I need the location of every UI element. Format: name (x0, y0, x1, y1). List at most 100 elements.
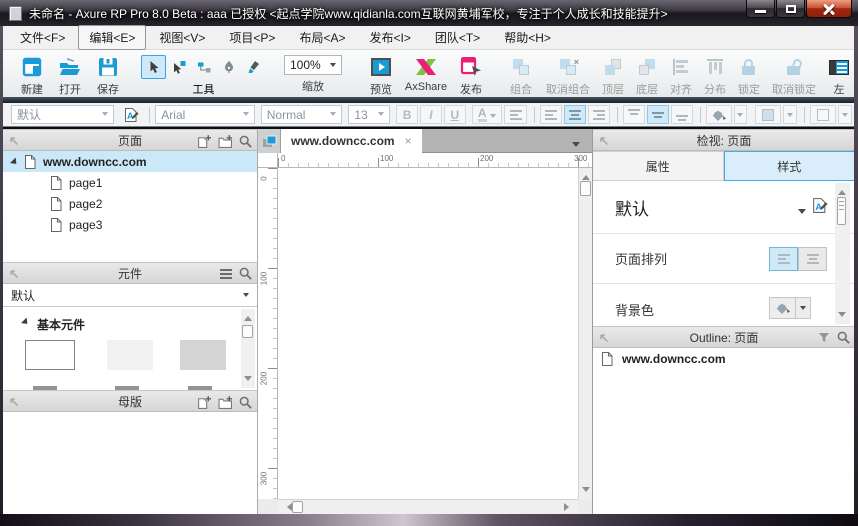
menu-view[interactable]: 视图<V> (148, 25, 216, 50)
search-icon[interactable] (239, 267, 252, 280)
font-family-select[interactable]: Arial (155, 105, 254, 124)
add-folder-icon[interactable] (218, 395, 232, 409)
scroll-left-icon[interactable] (283, 503, 292, 511)
scroll-up-icon[interactable] (582, 171, 590, 180)
scrollbar-thumb[interactable] (242, 325, 253, 338)
zoom-select[interactable]: 100% (284, 55, 342, 75)
bring-to-front-button[interactable]: 顶层 (596, 55, 630, 97)
inspector-scrollbar[interactable] (835, 183, 850, 324)
select-tool-button[interactable] (141, 55, 166, 79)
page-style-dropdown-icon[interactable] (798, 209, 806, 218)
lock-button[interactable]: 锁定 (732, 55, 766, 97)
tab-properties[interactable]: 属性 (593, 151, 724, 181)
scroll-right-icon[interactable] (564, 503, 573, 511)
scroll-up-icon[interactable] (244, 312, 252, 321)
canvas-horizontal-scrollbar[interactable] (278, 499, 578, 514)
underline-button[interactable]: U (444, 105, 466, 124)
widget-thumbnail-box2[interactable] (107, 340, 153, 370)
toggle-left-panel-button[interactable]: 左 (822, 55, 856, 97)
page-tree-item-root[interactable]: www.downcc.com (3, 151, 257, 172)
axshare-button[interactable]: AxShare (400, 55, 452, 93)
collapse-panel-icon[interactable] (599, 333, 609, 343)
widget-style-select[interactable]: 默认 (11, 105, 114, 124)
scrollbar-thumb[interactable] (580, 181, 591, 196)
page-tree-item[interactable]: page2 (3, 193, 257, 214)
ungroup-button[interactable]: × 取消组合 (540, 55, 596, 97)
style-edit-icon[interactable] (811, 197, 828, 214)
search-icon[interactable] (239, 396, 252, 409)
menu-publish[interactable]: 发布<I> (358, 25, 421, 50)
group-button[interactable]: 组合 (502, 55, 540, 97)
bg-color-dropdown[interactable] (796, 297, 811, 319)
align-right-button[interactable] (588, 105, 610, 124)
minimize-button[interactable] (746, 0, 775, 18)
menu-edit[interactable]: 编辑<E> (78, 25, 146, 50)
pen-tool-button[interactable] (216, 55, 241, 79)
canvas-tab-active[interactable]: www.downcc.com × (281, 129, 422, 153)
save-button[interactable]: 保存 (89, 55, 127, 97)
filter-icon[interactable] (818, 332, 830, 343)
menu-project[interactable]: 项目<P> (218, 25, 286, 50)
scroll-down-icon[interactable] (244, 376, 252, 385)
style-editor-button[interactable] (120, 105, 142, 124)
page-align-center-button[interactable] (798, 247, 827, 271)
collapse-panel-icon[interactable] (9, 269, 19, 279)
page-tree-item[interactable]: page3 (3, 214, 257, 235)
line-color-dropdown[interactable] (783, 105, 797, 124)
page-align-left-button[interactable] (769, 247, 798, 271)
fill-color-dropdown[interactable] (734, 105, 748, 124)
font-color-button[interactable]: A (472, 105, 502, 124)
select-intersect-tool-button[interactable] (166, 55, 191, 79)
bold-button[interactable]: B (396, 105, 418, 124)
scroll-down-icon[interactable] (582, 487, 590, 496)
collapse-panel-icon[interactable] (599, 136, 609, 146)
add-folder-icon[interactable] (218, 134, 232, 148)
expand-caret-icon[interactable] (10, 157, 22, 169)
font-weight-select[interactable]: Normal (261, 105, 343, 124)
menu-file[interactable]: 文件<F> (9, 25, 76, 50)
add-page-icon[interactable] (197, 395, 211, 409)
open-button[interactable]: 打开 (51, 55, 89, 97)
collapse-panel-icon[interactable] (9, 397, 19, 407)
menu-icon[interactable] (220, 269, 232, 279)
valign-middle-button[interactable] (647, 105, 669, 124)
widget-thumbnail-box3[interactable] (180, 340, 226, 370)
connector-tool-button[interactable] (191, 55, 216, 79)
canvas-vertical-scrollbar[interactable] (578, 168, 592, 499)
scrollbar-thumb[interactable] (292, 501, 303, 513)
close-button[interactable] (806, 0, 852, 18)
page-list-button[interactable] (258, 129, 281, 153)
valign-top-button[interactable] (623, 105, 645, 124)
widget-section-header[interactable]: 基本元件 (23, 316, 257, 333)
menu-help[interactable]: 帮助<H> (493, 25, 562, 50)
distribute-button[interactable]: 分布 (698, 55, 732, 97)
align-center-button[interactable] (564, 105, 586, 124)
new-button[interactable]: 新建 (13, 55, 51, 97)
font-size-select[interactable]: 13 (348, 105, 390, 124)
widget-thumbnail-box[interactable] (25, 340, 75, 370)
line-color-button[interactable] (755, 105, 781, 124)
widget-library-select[interactable]: 默认 (3, 284, 257, 307)
align-button[interactable]: 对齐 (664, 55, 698, 97)
widgets-scrollbar[interactable] (241, 309, 255, 388)
maximize-button[interactable] (776, 0, 805, 18)
title-bar[interactable]: 未命名 - Axure RP Pro 8.0 Beta : aaa 已授权 <起… (0, 0, 858, 26)
send-to-back-button[interactable]: 底层 (630, 55, 664, 97)
scroll-down-icon[interactable] (838, 312, 846, 321)
menu-team[interactable]: 团队<T> (424, 25, 491, 50)
italic-button[interactable]: I (420, 105, 442, 124)
bg-color-button[interactable] (769, 297, 796, 319)
valign-bottom-button[interactable] (671, 105, 693, 124)
tab-list-dropdown-icon[interactable] (572, 142, 580, 151)
tab-style[interactable]: 样式 (724, 151, 856, 181)
menu-layout[interactable]: 布局<A> (288, 25, 356, 50)
design-canvas[interactable] (278, 168, 578, 499)
unlock-button[interactable]: 取消锁定 (766, 55, 822, 97)
close-tab-icon[interactable]: × (405, 134, 412, 148)
search-icon[interactable] (837, 331, 850, 344)
fill-color-button[interactable] (706, 105, 732, 124)
scrollbar-thumb[interactable] (837, 197, 846, 225)
scroll-up-icon[interactable] (838, 186, 846, 195)
format-painter-button[interactable] (241, 55, 266, 79)
align-left-button[interactable] (540, 105, 562, 124)
